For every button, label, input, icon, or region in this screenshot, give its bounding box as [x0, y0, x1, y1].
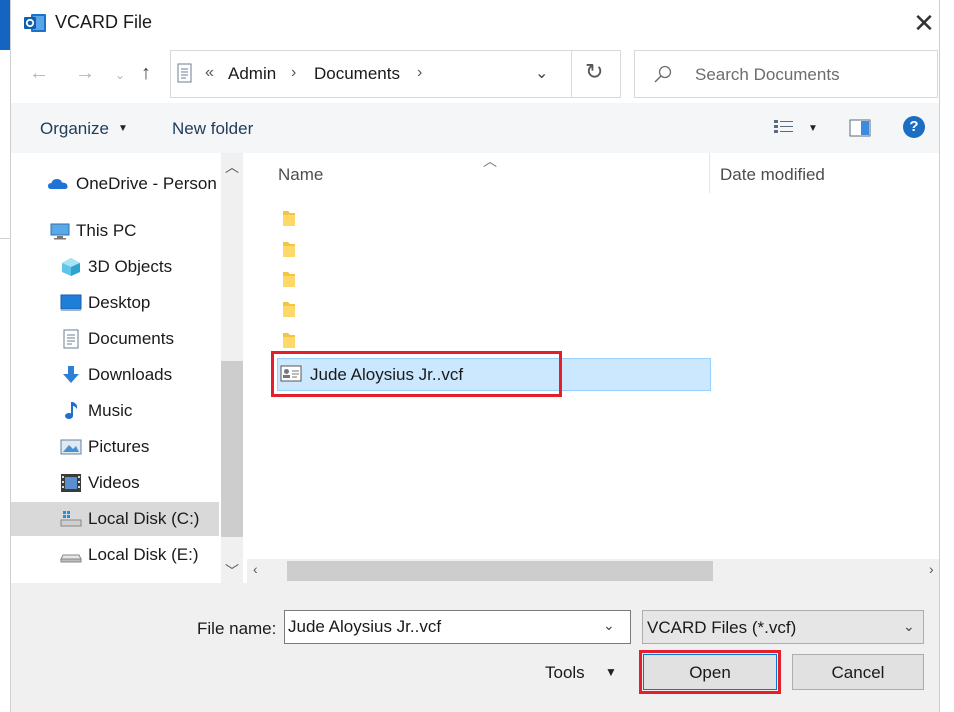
- caret-down-icon[interactable]: ▼: [808, 123, 818, 134]
- address-bar[interactable]: « Admin › Documents › ⌄ ↻: [170, 50, 621, 98]
- documents-icon: [63, 329, 79, 349]
- back-arrow-icon[interactable]: ←: [29, 62, 49, 85]
- view-options-icon[interactable]: [773, 119, 795, 137]
- refresh-icon[interactable]: ↻: [585, 59, 603, 85]
- close-icon: ✕: [913, 8, 935, 38]
- search-placeholder: Search Documents: [695, 65, 840, 84]
- nav-item-desktop[interactable]: Desktop: [11, 286, 219, 320]
- folder-icon[interactable]: [281, 240, 297, 258]
- address-divider: [571, 51, 572, 97]
- nav-item-3d-objects[interactable]: 3D Objects: [11, 250, 219, 284]
- file-name-label: File name:: [197, 619, 277, 638]
- breadcrumb-admin[interactable]: Admin: [228, 64, 276, 84]
- open-file-dialog: VCARD File ✕ ← → ⌄ ↑ « Admin › Documents…: [10, 0, 940, 712]
- nav-item-label: Local Disk (C:): [88, 509, 200, 528]
- scroll-down-icon[interactable]: ﹀: [225, 561, 239, 581]
- horizontal-scrollbar[interactable]: ‹ ›: [247, 559, 939, 583]
- search-input[interactable]: Search Documents: [634, 50, 938, 98]
- caret-down-icon[interactable]: ▼: [118, 123, 128, 134]
- organize-menu[interactable]: Organize: [40, 119, 109, 139]
- nav-scrollbar[interactable]: ︿ ﹀: [221, 153, 243, 583]
- forward-arrow-icon[interactable]: →: [75, 62, 95, 85]
- address-dropdown-icon[interactable]: ⌄: [535, 63, 548, 83]
- nav-item-documents[interactable]: Documents: [11, 322, 219, 356]
- column-header-date-modified[interactable]: Date modified: [720, 165, 825, 185]
- 3d-objects-icon: [62, 258, 80, 276]
- navigation-pane: OneDrive - Person This PC 3D Objects Des…: [11, 153, 243, 583]
- breadcrumb-overflow-icon[interactable]: «: [205, 64, 214, 82]
- scroll-up-icon[interactable]: ︿: [225, 157, 239, 177]
- background-divider: [0, 238, 10, 239]
- videos-icon: [61, 474, 81, 492]
- nav-item-label: Downloads: [88, 365, 173, 384]
- file-name-input[interactable]: [284, 610, 631, 644]
- caret-down-icon[interactable]: ▼: [605, 665, 617, 679]
- folder-icon[interactable]: [281, 209, 297, 227]
- nav-item-music[interactable]: Music: [11, 394, 219, 428]
- nav-item-label: Desktop: [88, 293, 151, 312]
- onedrive-cloud-icon: [48, 179, 68, 189]
- desktop-icon: [60, 294, 82, 311]
- scroll-right-icon[interactable]: ›: [929, 561, 934, 577]
- folder-icon[interactable]: [281, 270, 297, 288]
- nav-item-onedrive[interactable]: OneDrive - Person: [11, 167, 219, 201]
- downloads-icon: [63, 366, 79, 383]
- breadcrumb-chevron-icon[interactable]: ›: [291, 64, 296, 82]
- nav-item-label: Videos: [88, 473, 140, 492]
- nav-item-pictures[interactable]: Pictures: [11, 430, 219, 464]
- new-folder-button[interactable]: New folder: [172, 119, 253, 139]
- scroll-left-icon[interactable]: ‹: [253, 561, 258, 577]
- nav-item-label: 3D Objects: [88, 257, 173, 276]
- music-icon: [65, 402, 78, 419]
- tools-menu[interactable]: Tools: [545, 663, 585, 683]
- search-icon: [654, 65, 672, 83]
- preview-pane-icon[interactable]: [849, 119, 871, 137]
- file-type-select[interactable]: VCARD Files (*.vcf) ⌄: [642, 610, 924, 644]
- nav-item-label: Documents: [88, 329, 174, 348]
- chevron-down-icon: ⌄: [903, 618, 915, 634]
- nav-item-local-disk-c[interactable]: Local Disk (C:): [11, 502, 219, 536]
- local-disk-e-icon: [60, 554, 82, 563]
- outlook-icon: [24, 14, 46, 32]
- folder-icon[interactable]: [281, 300, 297, 318]
- file-list-pane: ︿ Name Date modified Jude Aloysius Jr..v…: [243, 153, 939, 583]
- pictures-icon: [60, 439, 82, 455]
- sort-ascending-icon: ︿: [483, 153, 497, 169]
- recent-locations-chevron-icon[interactable]: ⌄: [115, 68, 125, 82]
- bottom-panel: File name: ⌄ VCARD Files (*.vcf) ⌄ Tools…: [11, 583, 939, 712]
- nav-item-label: Music: [88, 401, 133, 420]
- nav-item-local-disk-e[interactable]: Local Disk (E:): [11, 538, 219, 572]
- file-type-value: VCARD Files (*.vcf): [647, 618, 797, 637]
- this-pc-icon: [50, 223, 70, 240]
- help-icon[interactable]: ?: [903, 116, 925, 138]
- up-arrow-icon[interactable]: ↑: [141, 62, 151, 85]
- title-bar: VCARD File ✕: [11, 0, 939, 46]
- horizontal-scrollbar-thumb[interactable]: [287, 561, 713, 581]
- folder-icon[interactable]: [281, 331, 297, 349]
- column-divider[interactable]: [709, 153, 710, 193]
- cancel-button-label: Cancel: [831, 663, 885, 682]
- nav-item-videos[interactable]: Videos: [11, 466, 219, 500]
- breadcrumb-chevron-icon[interactable]: ›: [417, 64, 422, 82]
- nav-item-this-pc[interactable]: This PC: [11, 214, 219, 248]
- nav-item-label: OneDrive - Person: [76, 174, 217, 193]
- annotation-highlight-box: [639, 650, 781, 694]
- annotation-highlight-box: [271, 351, 562, 397]
- command-bar: Organize ▼ New folder ▼ ?: [11, 103, 939, 153]
- close-button[interactable]: ✕: [907, 6, 939, 40]
- chevron-down-icon[interactable]: ⌄: [603, 617, 615, 634]
- nav-item-downloads[interactable]: Downloads: [11, 358, 219, 392]
- documents-folder-icon: [177, 63, 192, 83]
- column-header-name[interactable]: Name: [278, 165, 323, 185]
- background-app-strip: [0, 0, 10, 50]
- breadcrumb-documents[interactable]: Documents: [314, 64, 400, 84]
- cancel-button[interactable]: Cancel: [792, 654, 924, 690]
- local-disk-c-icon: [60, 511, 82, 527]
- window-title: VCARD File: [55, 12, 153, 32]
- nav-scrollbar-thumb[interactable]: [221, 361, 243, 537]
- nav-item-label: Local Disk (E:): [88, 545, 199, 564]
- nav-item-label: This PC: [76, 221, 137, 240]
- nav-item-label: Pictures: [88, 437, 150, 456]
